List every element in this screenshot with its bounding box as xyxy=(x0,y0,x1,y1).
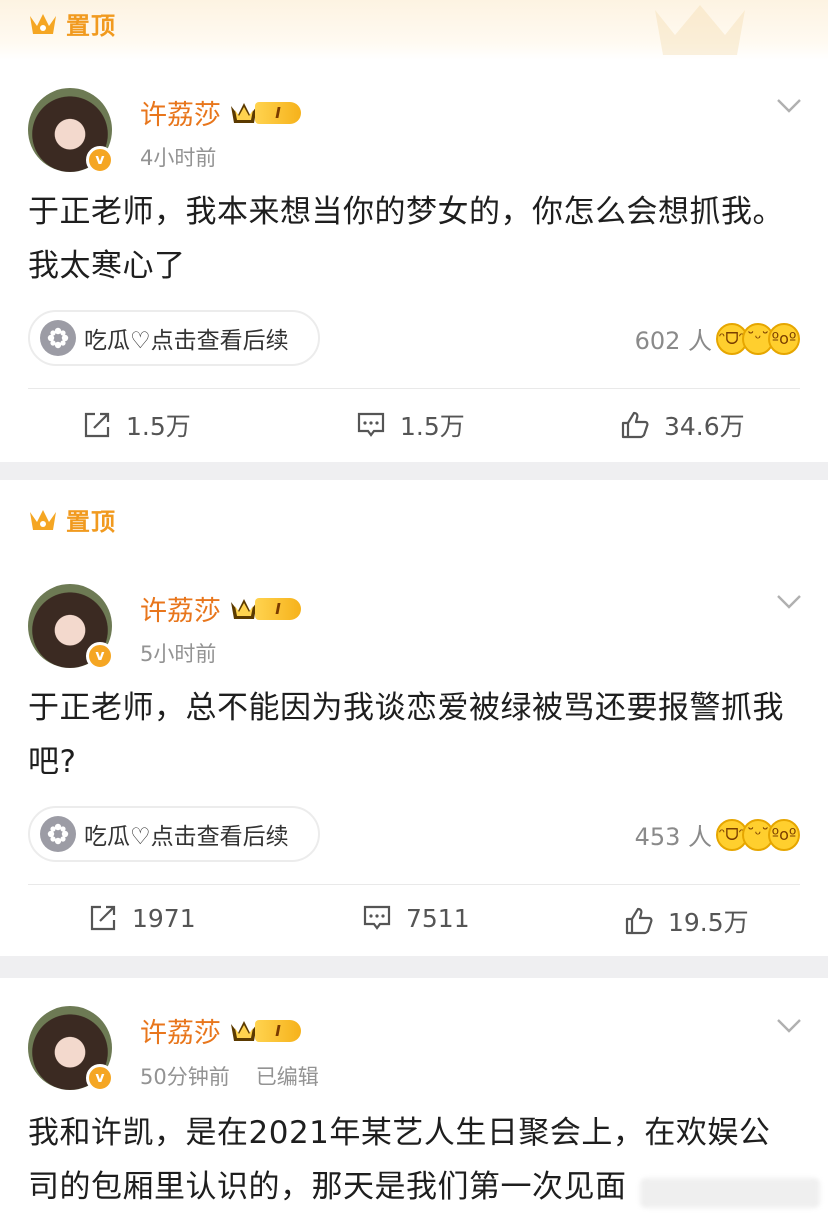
watermark xyxy=(640,1178,820,1208)
verified-badge-icon: v xyxy=(86,146,114,174)
vip-badge[interactable]: I xyxy=(229,1018,301,1044)
chevron-down-icon[interactable] xyxy=(776,98,802,114)
vip-badge[interactable]: I xyxy=(229,100,301,126)
reaction-count: 602 人 xyxy=(634,327,712,355)
share-button[interactable]: 1.5万 xyxy=(82,407,191,443)
chevron-down-icon[interactable] xyxy=(776,1018,802,1034)
post-time: 5小时前 xyxy=(140,642,217,666)
post-meta: 50分钟前 已编辑 xyxy=(140,1061,319,1091)
thumbs-up-icon xyxy=(621,411,649,439)
topic-chip[interactable]: 吃瓜♡点击查看后续 xyxy=(28,806,320,862)
avatar[interactable]: v xyxy=(28,584,114,670)
username[interactable]: 许荔莎 xyxy=(140,589,221,628)
like-count: 19.5万 xyxy=(668,908,749,937)
name-row: 许荔莎 I xyxy=(140,1011,301,1050)
topic-chip[interactable]: 吃瓜♡点击查看后续 xyxy=(28,310,320,366)
like-button[interactable]: 34.6万 xyxy=(620,407,745,443)
username[interactable]: 许荔莎 xyxy=(140,1011,221,1050)
topic-label: 吃瓜♡点击查看后续 xyxy=(84,328,289,354)
like-button[interactable]: 19.5万 xyxy=(624,903,749,939)
topic-label: 吃瓜♡点击查看后续 xyxy=(84,824,289,850)
post-time: 4小时前 xyxy=(140,146,217,170)
pinned-label: 置顶 xyxy=(28,6,116,41)
reactions[interactable]: 602 人 ᵔᗜᵔ ˘ᵕ˘ ºoº xyxy=(635,321,800,356)
chevron-down-icon[interactable] xyxy=(776,594,802,610)
share-icon xyxy=(84,412,110,438)
vip-level: I xyxy=(255,597,301,620)
post-content: 于正老师，我本来想当你的梦女的，你怎么会想抓我。我太寒心了 xyxy=(28,194,784,284)
post-time: 50分钟前 xyxy=(140,1065,230,1089)
divider xyxy=(28,388,800,389)
comment-button[interactable]: 1.5万 xyxy=(356,407,465,443)
comment-icon xyxy=(363,905,391,930)
card-separator xyxy=(0,462,828,480)
comment-count: 7511 xyxy=(406,903,470,933)
vip-level: I xyxy=(255,1019,301,1042)
verified-badge-icon: v xyxy=(86,1064,114,1092)
pinned-label: 置顶 xyxy=(28,502,116,537)
username[interactable]: 许荔莎 xyxy=(140,93,221,132)
crown-icon xyxy=(30,13,56,34)
comment-count: 1.5万 xyxy=(400,412,465,441)
name-row: 许荔莎 I xyxy=(140,589,301,628)
pinned-text: 置顶 xyxy=(66,12,116,40)
surprised-emoji-icon: ºoº xyxy=(768,322,800,355)
post-card-2: 置顶 v 许荔莎 I 5小时前 于正老师，总不能因为我谈恋爱被绿被骂还要报警抓我… xyxy=(0,480,828,956)
pinned-text: 置顶 xyxy=(66,508,116,536)
flower-icon xyxy=(40,320,76,356)
post-meta: 5小时前 xyxy=(140,638,216,668)
surprised-emoji-icon: ºoº xyxy=(768,818,800,851)
avatar[interactable]: v xyxy=(28,1006,114,1092)
decorative-crown-icon xyxy=(655,5,745,55)
verified-badge-icon: v xyxy=(86,642,114,670)
crown-icon xyxy=(30,509,56,530)
vip-level: I xyxy=(255,101,301,124)
post-meta: 4小时前 xyxy=(140,142,216,172)
post-content: 于正老师，总不能因为我谈恋爱被绿被骂还要报警抓我吧? xyxy=(28,690,784,780)
name-row: 许荔莎 I xyxy=(140,93,301,132)
flower-icon xyxy=(40,816,76,852)
share-button[interactable]: 1971 xyxy=(88,903,196,933)
post-card-1: 置顶 v 许荔莎 I 4小时前 于正老师，我本来想当你的梦女的，你怎么会想抓我。… xyxy=(0,0,828,462)
thumbs-up-icon xyxy=(625,907,653,935)
vip-badge[interactable]: I xyxy=(229,596,301,622)
comment-button[interactable]: 7511 xyxy=(362,903,470,933)
share-count: 1971 xyxy=(132,903,196,933)
reaction-count: 453 人 xyxy=(634,823,712,851)
avatar[interactable]: v xyxy=(28,88,114,174)
card-separator xyxy=(0,956,828,978)
edited-label: 已编辑 xyxy=(255,1065,319,1089)
comment-icon xyxy=(357,412,385,437)
reactions[interactable]: 453 人 ᵔᗜᵔ ˘ᵕ˘ ºoº xyxy=(635,817,800,852)
share-count: 1.5万 xyxy=(126,412,191,441)
like-count: 34.6万 xyxy=(664,412,745,441)
share-icon xyxy=(90,905,116,931)
divider xyxy=(28,884,800,885)
